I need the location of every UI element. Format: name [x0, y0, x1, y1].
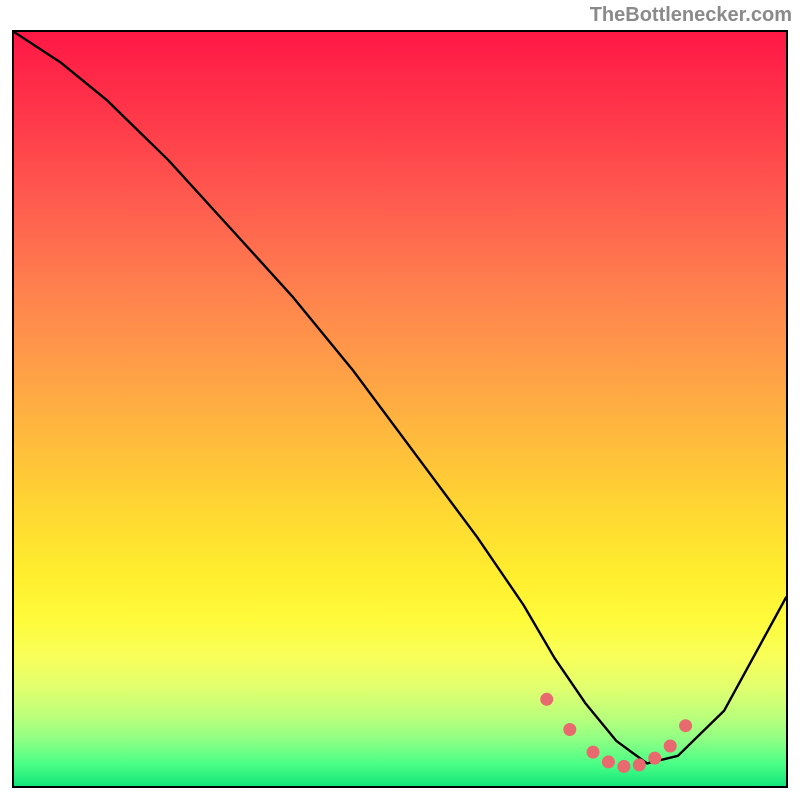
optimum-dots: [540, 693, 692, 773]
plot-area: [12, 30, 788, 788]
optimum-dot: [648, 752, 661, 765]
bottleneck-curve: [14, 32, 786, 763]
optimum-dot: [563, 723, 576, 736]
attribution-text: TheBottlenecker.com: [590, 4, 792, 27]
optimum-dot: [602, 755, 615, 768]
optimum-dot: [664, 740, 677, 753]
optimum-dot: [679, 719, 692, 732]
optimum-dot: [617, 760, 630, 773]
optimum-dot: [587, 746, 600, 759]
optimum-dot: [633, 758, 646, 771]
optimum-dot: [540, 693, 553, 706]
curve-layer: [14, 32, 786, 786]
chart-container: TheBottlenecker.com: [0, 0, 800, 800]
